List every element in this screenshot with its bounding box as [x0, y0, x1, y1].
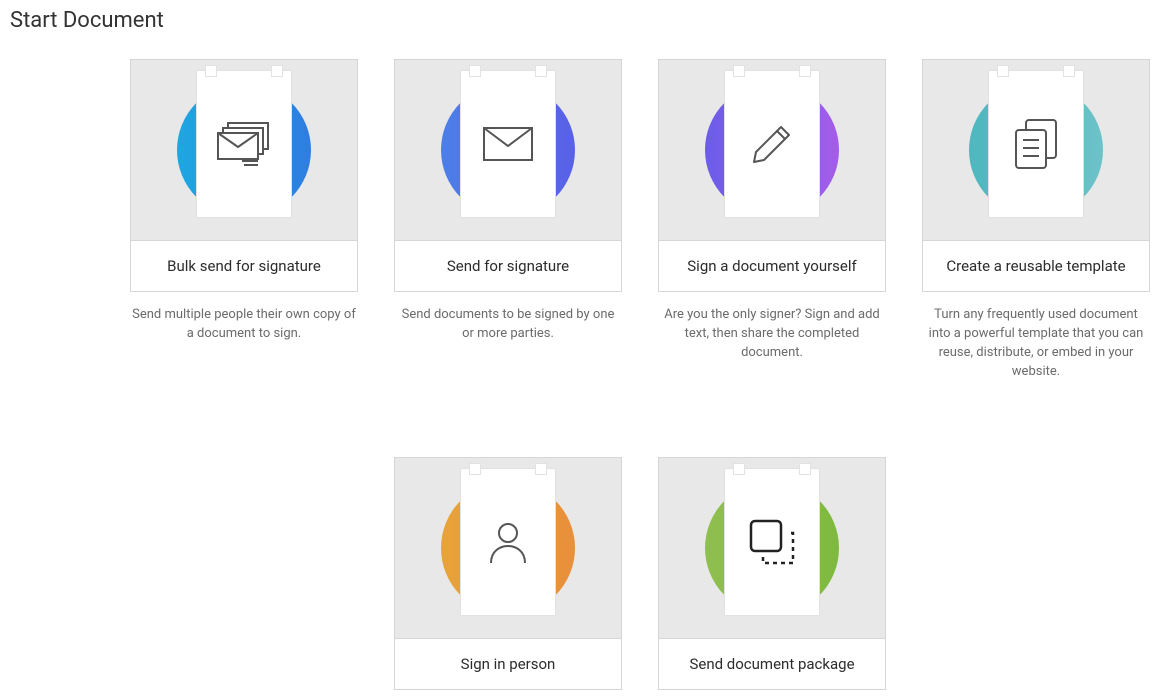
card-sign-in-person-wrap: Sign in person [394, 457, 622, 690]
person-icon [486, 519, 530, 565]
card-send-signature[interactable]: Send for signature [394, 59, 622, 292]
envelopes-stack-icon [216, 121, 272, 167]
card-sign-yourself[interactable]: Sign a document yourself [658, 59, 886, 292]
card-desc: Send multiple people their own copy of a… [130, 306, 358, 344]
card-label: Send for signature [395, 240, 621, 291]
card-sign-in-person[interactable]: Sign in person [394, 457, 622, 690]
card-desc: Are you the only signer? Sign and add te… [658, 306, 886, 363]
card-sign-yourself-wrap: Sign a document yourself Are you the onl… [658, 59, 886, 381]
card-grid: Bulk send for signature Send multiple pe… [10, 59, 1165, 690]
card-label: Sign a document yourself [659, 240, 885, 291]
card-document-package-wrap: Send document package [658, 457, 886, 690]
card-bulk-send-wrap: Bulk send for signature Send multiple pe… [130, 59, 358, 381]
card-label: Send document package [659, 638, 885, 689]
card-reusable-template[interactable]: Create a reusable template [922, 59, 1150, 292]
card-label: Bulk send for signature [131, 240, 357, 291]
pencil-icon [750, 122, 794, 166]
documents-icon [1012, 118, 1060, 170]
card-bulk-send[interactable]: Bulk send for signature [130, 59, 358, 292]
package-icon [747, 517, 797, 567]
card-desc: Turn any frequently used document into a… [922, 306, 1150, 381]
card-desc: Send documents to be signed by one or mo… [394, 306, 622, 344]
envelope-icon [482, 126, 534, 162]
card-label: Create a reusable template [923, 240, 1149, 291]
card-document-package[interactable]: Send document package [658, 457, 886, 690]
card-reusable-template-wrap: Create a reusable template Turn any freq… [922, 59, 1150, 381]
card-send-signature-wrap: Send for signature Send documents to be … [394, 59, 622, 381]
card-label: Sign in person [395, 638, 621, 689]
page-title: Start Document [10, 8, 1165, 33]
